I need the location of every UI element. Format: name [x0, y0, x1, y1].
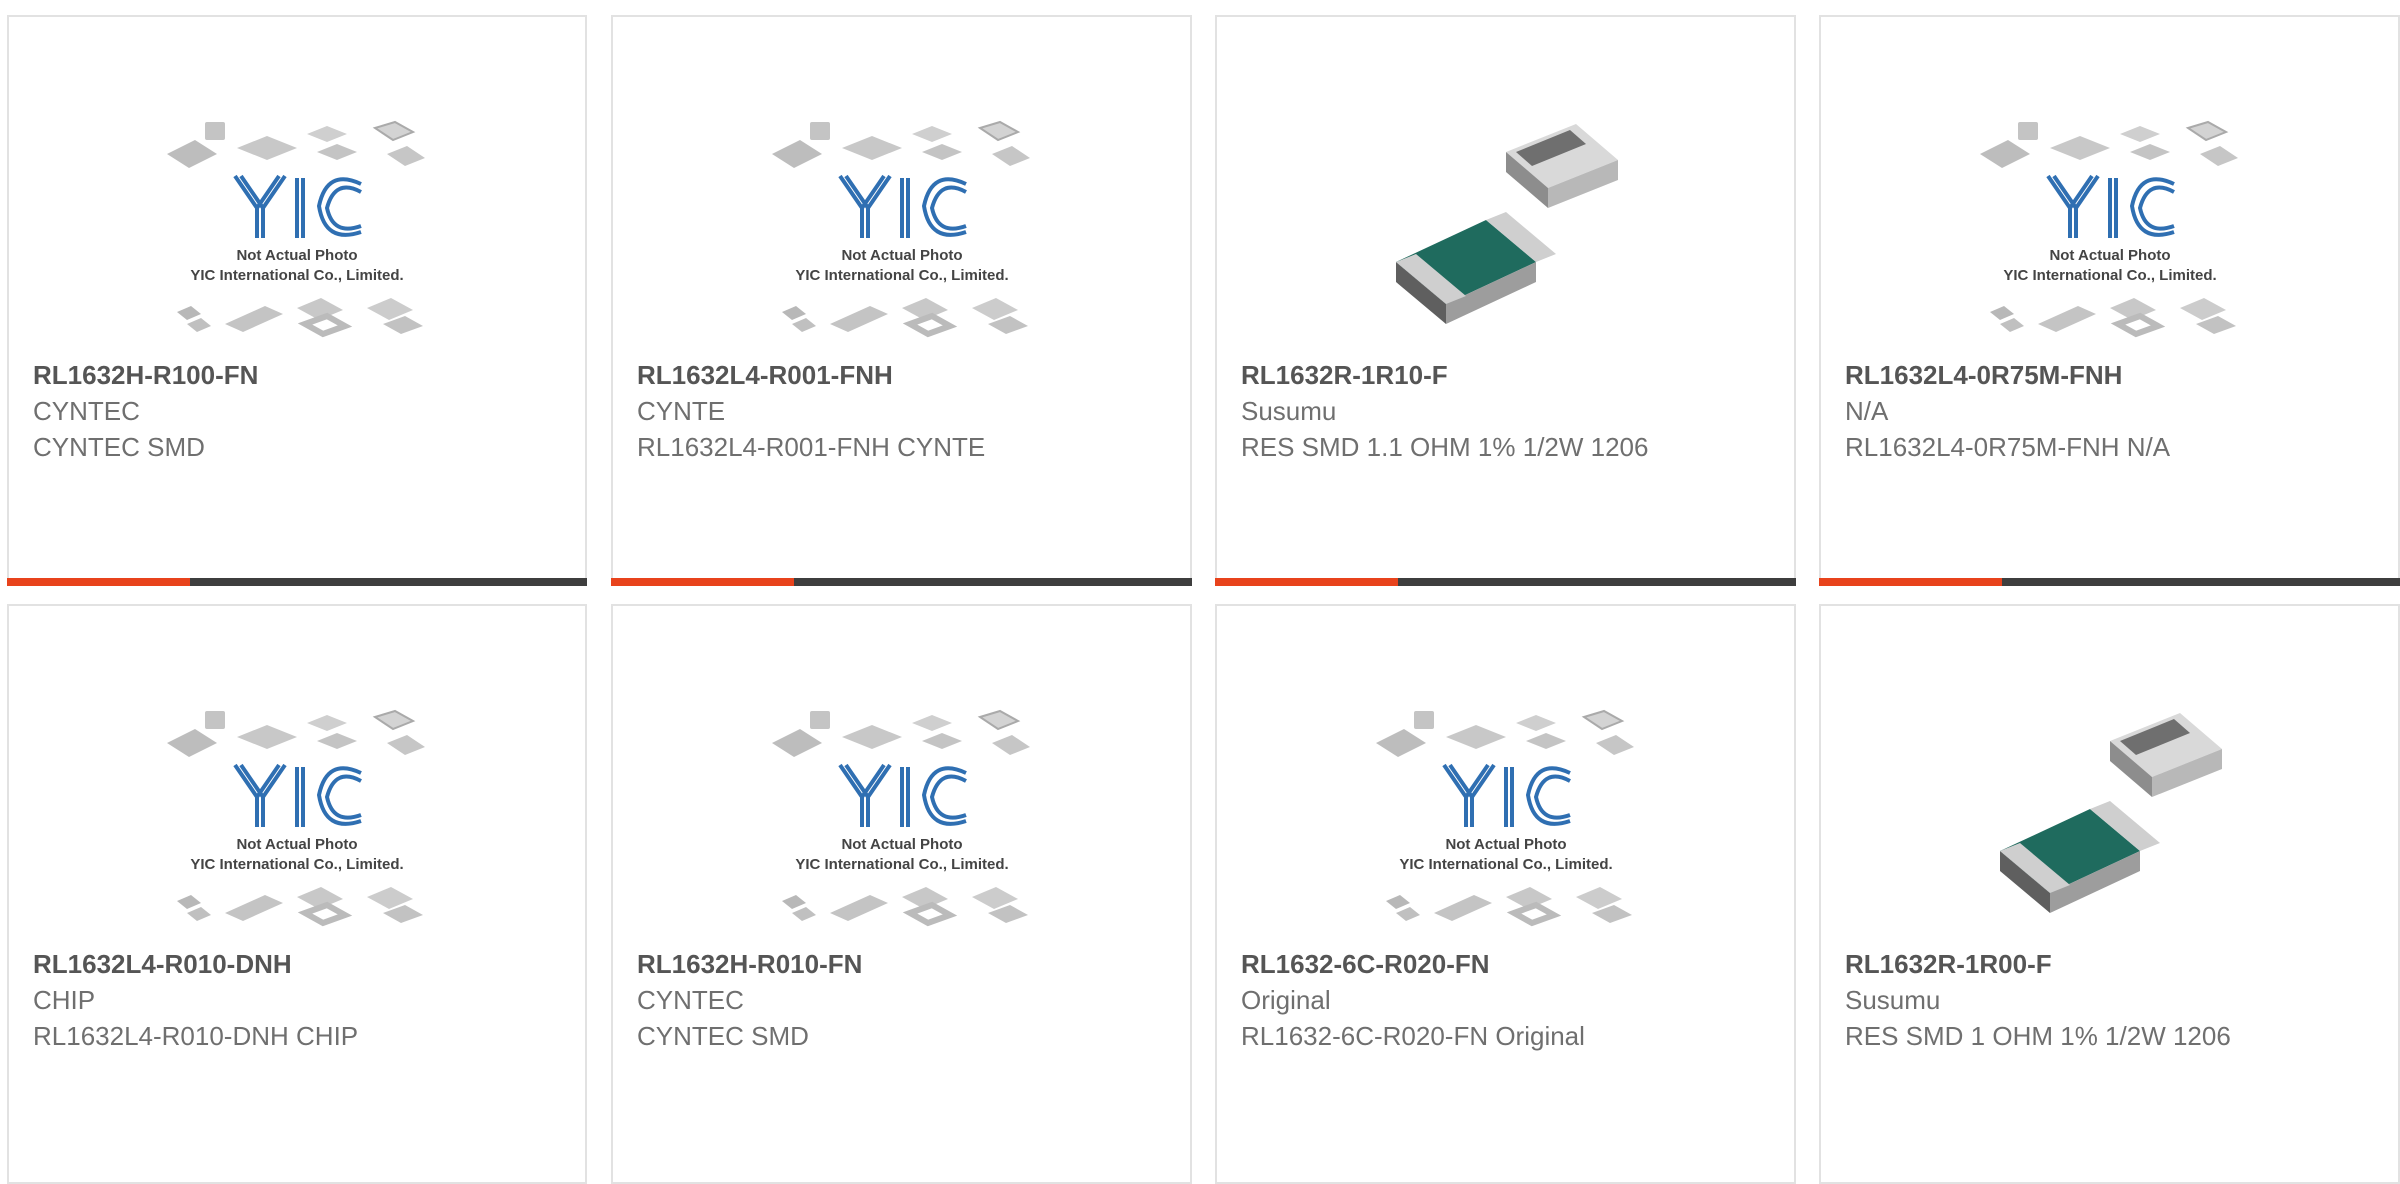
placeholder-line: Not Actual Photo — [841, 247, 962, 264]
part-number-link[interactable]: RL1632L4-R010-DNH — [33, 946, 561, 982]
product-info: RL1632R-1R00-F Susumu RES SMD 1 OHM 1% 1… — [1845, 946, 2374, 1054]
product-image[interactable] — [1959, 686, 2260, 956]
product-card[interactable]: RL1632R-1R00-F Susumu RES SMD 1 OHM 1% 1… — [1819, 604, 2400, 1184]
product-info: RL1632L4-0R75M-FNH N/A RL1632L4-0R75M-FN… — [1845, 357, 2374, 465]
description: RES SMD 1.1 OHM 1% 1/2W 1206 — [1241, 432, 1649, 462]
description: CYNTEC SMD — [33, 432, 205, 462]
manufacturer: Susumu — [1845, 985, 1941, 1015]
description: RL1632L4-R001-FNH CYNTE — [637, 432, 986, 462]
description: CYNTEC SMD — [637, 1021, 809, 1051]
product-image[interactable]: Not Actual Photo YIC International Co., L… — [147, 97, 447, 367]
product-info: RL1632L4-R010-DNH CHIP RL1632L4-R010-DNH… — [33, 946, 561, 1054]
placeholder-line: Not Actual Photo — [236, 247, 357, 264]
product-card[interactable]: Not Actual Photo YIC International Co., L… — [7, 604, 587, 1184]
part-number-link[interactable]: RL1632L4-0R75M-FNH — [1845, 357, 2374, 393]
product-image[interactable]: Not Actual Photo YIC International Co., L… — [1356, 686, 1656, 956]
manufacturer: CYNTE — [637, 396, 726, 426]
description: RL1632-6C-R020-FN Original — [1241, 1021, 1585, 1051]
smd-resistor-photo-icon — [1959, 701, 2260, 941]
placeholder-line: YIC International Co., Limited. — [795, 267, 1008, 284]
manufacturer: Original — [1241, 985, 1331, 1015]
part-number-link[interactable]: RL1632R-1R00-F — [1845, 946, 2374, 982]
smd-resistor-photo-icon — [1355, 112, 1656, 352]
product-image[interactable]: Not Actual Photo YIC International Co., L… — [752, 686, 1052, 956]
product-image[interactable]: Not Actual Photo YIC International Co., L… — [147, 686, 447, 956]
card-accent-bar — [7, 578, 587, 586]
yic-not-actual-photo-icon: Not Actual Photo YIC International Co., L… — [771, 709, 1030, 927]
product-info: RL1632L4-R001-FNH CYNTE RL1632L4-R001-FN… — [637, 357, 1166, 465]
card-accent-bar — [611, 578, 1192, 586]
placeholder-line: Not Actual Photo — [2049, 247, 2170, 264]
placeholder-line: Not Actual Photo — [236, 836, 357, 853]
placeholder-line: YIC International Co., Limited. — [795, 856, 1008, 873]
placeholder-line: YIC International Co., Limited. — [2003, 267, 2216, 284]
product-card[interactable]: Not Actual Photo YIC International Co., L… — [611, 15, 1192, 586]
part-number-link[interactable]: RL1632L4-R001-FNH — [637, 357, 1166, 393]
card-accent-bar — [1215, 578, 1796, 586]
manufacturer: CYNTEC — [637, 985, 744, 1015]
description: RL1632L4-0R75M-FNH N/A — [1845, 432, 2171, 462]
part-number-link[interactable]: RL1632H-R010-FN — [637, 946, 1166, 982]
yic-not-actual-photo-icon: Not Actual Photo YIC International Co., L… — [771, 120, 1030, 338]
manufacturer: CYNTEC — [33, 396, 140, 426]
product-info: RL1632R-1R10-F Susumu RES SMD 1.1 OHM 1%… — [1241, 357, 1770, 465]
yic-not-actual-photo-icon: Not Actual Photo YIC International Co., L… — [167, 709, 425, 927]
product-card[interactable]: RL1632R-1R10-F Susumu RES SMD 1.1 OHM 1%… — [1215, 15, 1796, 586]
placeholder-line: Not Actual Photo — [841, 836, 962, 853]
manufacturer: CHIP — [33, 985, 96, 1015]
product-info: RL1632H-R100-FN CYNTEC CYNTEC SMD — [33, 357, 561, 465]
product-image[interactable]: Not Actual Photo YIC International Co., L… — [1960, 97, 2260, 367]
product-grid: Not Actual Photo YIC International Co., L… — [0, 0, 2400, 1184]
manufacturer: Susumu — [1241, 396, 1337, 426]
placeholder-line: YIC International Co., Limited. — [190, 856, 403, 873]
product-image[interactable] — [1355, 97, 1656, 367]
product-card[interactable]: Not Actual Photo YIC International Co., L… — [1819, 15, 2400, 586]
product-info: RL1632-6C-R020-FN Original RL1632-6C-R02… — [1241, 946, 1770, 1054]
manufacturer: N/A — [1845, 396, 1889, 426]
product-card[interactable]: Not Actual Photo YIC International Co., L… — [7, 15, 587, 586]
yic-not-actual-photo-icon: Not Actual Photo YIC International Co., L… — [1375, 709, 1634, 927]
placeholder-line: Not Actual Photo — [1445, 836, 1566, 853]
product-card[interactable]: Not Actual Photo YIC International Co., L… — [611, 604, 1192, 1184]
yic-not-actual-photo-icon: Not Actual Photo YIC International Co., L… — [1979, 120, 2238, 338]
product-card[interactable]: Not Actual Photo YIC International Co., L… — [1215, 604, 1796, 1184]
product-info: RL1632H-R010-FN CYNTEC CYNTEC SMD — [637, 946, 1166, 1054]
description: RES SMD 1 OHM 1% 1/2W 1206 — [1845, 1021, 2231, 1051]
placeholder-line: YIC International Co., Limited. — [190, 267, 403, 284]
part-number-link[interactable]: RL1632H-R100-FN — [33, 357, 561, 393]
description: RL1632L4-R010-DNH CHIP — [33, 1021, 359, 1051]
product-image[interactable]: Not Actual Photo YIC International Co., L… — [752, 97, 1052, 367]
placeholder-line: YIC International Co., Limited. — [1399, 856, 1612, 873]
part-number-link[interactable]: RL1632R-1R10-F — [1241, 357, 1770, 393]
card-accent-bar — [1819, 578, 2400, 586]
part-number-link[interactable]: RL1632-6C-R020-FN — [1241, 946, 1770, 982]
yic-not-actual-photo-icon: Not Actual Photo YIC International Co., L… — [167, 120, 425, 338]
